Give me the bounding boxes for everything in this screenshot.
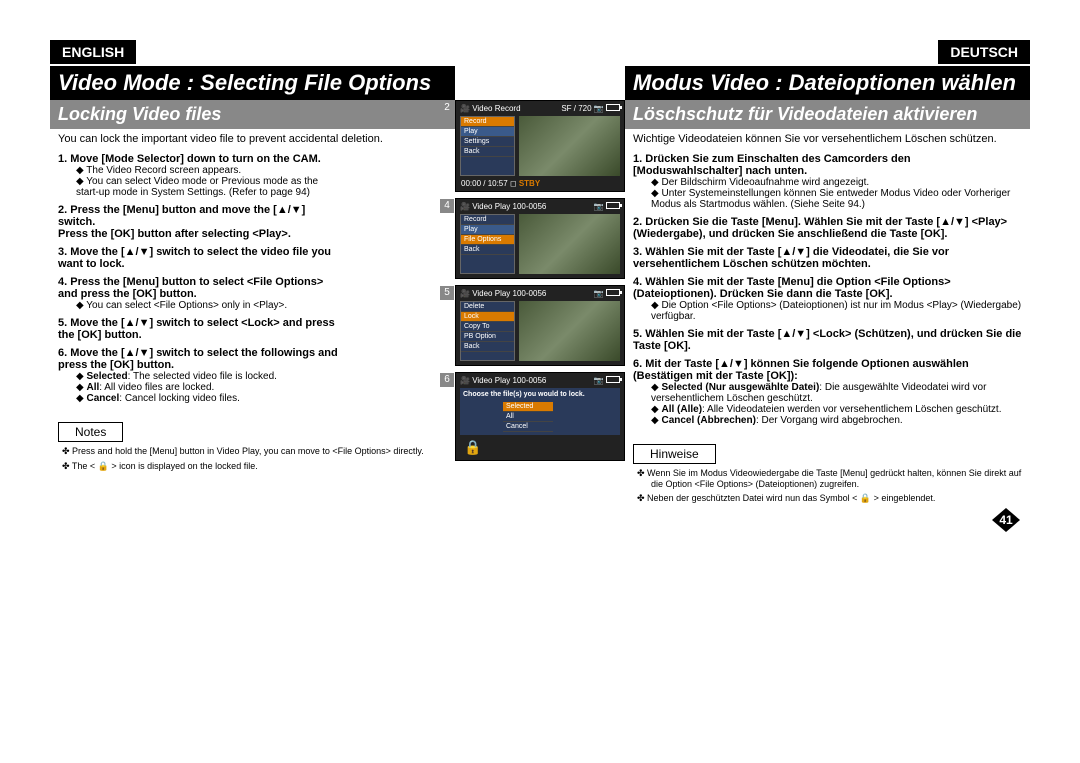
battery-icon — [606, 202, 620, 209]
notes-de: Hinweise Wenn Sie im Modus Videowiederga… — [633, 444, 1022, 504]
title-de: Modus Video : Dateioptionen wählen — [625, 66, 1030, 100]
lang-tab-de: DEUTSCH — [938, 40, 1030, 64]
steps-en: 1. Move [Mode Selector] down to turn on … — [50, 149, 350, 414]
notes-en: Notes Press and hold the [Menu] button i… — [58, 422, 447, 472]
german-column: DEUTSCH Modus Video : Dateioptionen wähl… — [625, 40, 1030, 512]
intro-de: Wichtige Videodateien können Sie vor ver… — [625, 129, 1030, 149]
battery-icon — [606, 104, 620, 111]
menu-s4: Record Play File Options Back — [460, 214, 515, 274]
screen-2: 2 🎥 Video RecordSF / 720 📷 Record Play S… — [455, 100, 625, 192]
preview-image — [519, 301, 620, 361]
intro-en: You can lock the important video file to… — [50, 129, 455, 149]
preview-image — [519, 214, 620, 274]
battery-icon — [606, 289, 620, 296]
steps-de: 1. Drücken Sie zum Einschalten des Camco… — [625, 149, 1030, 436]
prompt-s6: Choose the file(s) you would to lock. Se… — [460, 388, 620, 435]
subtitle-de: Löschschutz für Videodateien aktivieren — [625, 100, 1030, 129]
english-column: ENGLISH Video Mode : Selecting File Opti… — [50, 40, 455, 512]
title-en: Video Mode : Selecting File Options — [50, 66, 455, 100]
lock-icon: 🔒 — [464, 439, 481, 455]
lang-tab-en: ENGLISH — [50, 40, 136, 64]
menu-s5: Delete Lock Copy To PB Option Back — [460, 301, 515, 361]
preview-image — [519, 116, 620, 176]
menu-s2: Record Play Settings Back — [460, 116, 515, 176]
screen-4: 4 🎥 Video Play 100-0056📷 Record Play Fil… — [455, 198, 625, 279]
screenshot-column: 2 🎥 Video RecordSF / 720 📷 Record Play S… — [455, 40, 625, 512]
screen-6: 6 🎥 Video Play 100-0056📷 Choose the file… — [455, 372, 625, 461]
subtitle-en: Locking Video files — [50, 100, 455, 129]
battery-icon — [606, 376, 620, 383]
screen-5: 5 🎥 Video Play 100-0056📷 Delete Lock Cop… — [455, 285, 625, 366]
page-number: 41 — [992, 508, 1020, 532]
manual-page: ENGLISH Video Mode : Selecting File Opti… — [0, 0, 1080, 552]
